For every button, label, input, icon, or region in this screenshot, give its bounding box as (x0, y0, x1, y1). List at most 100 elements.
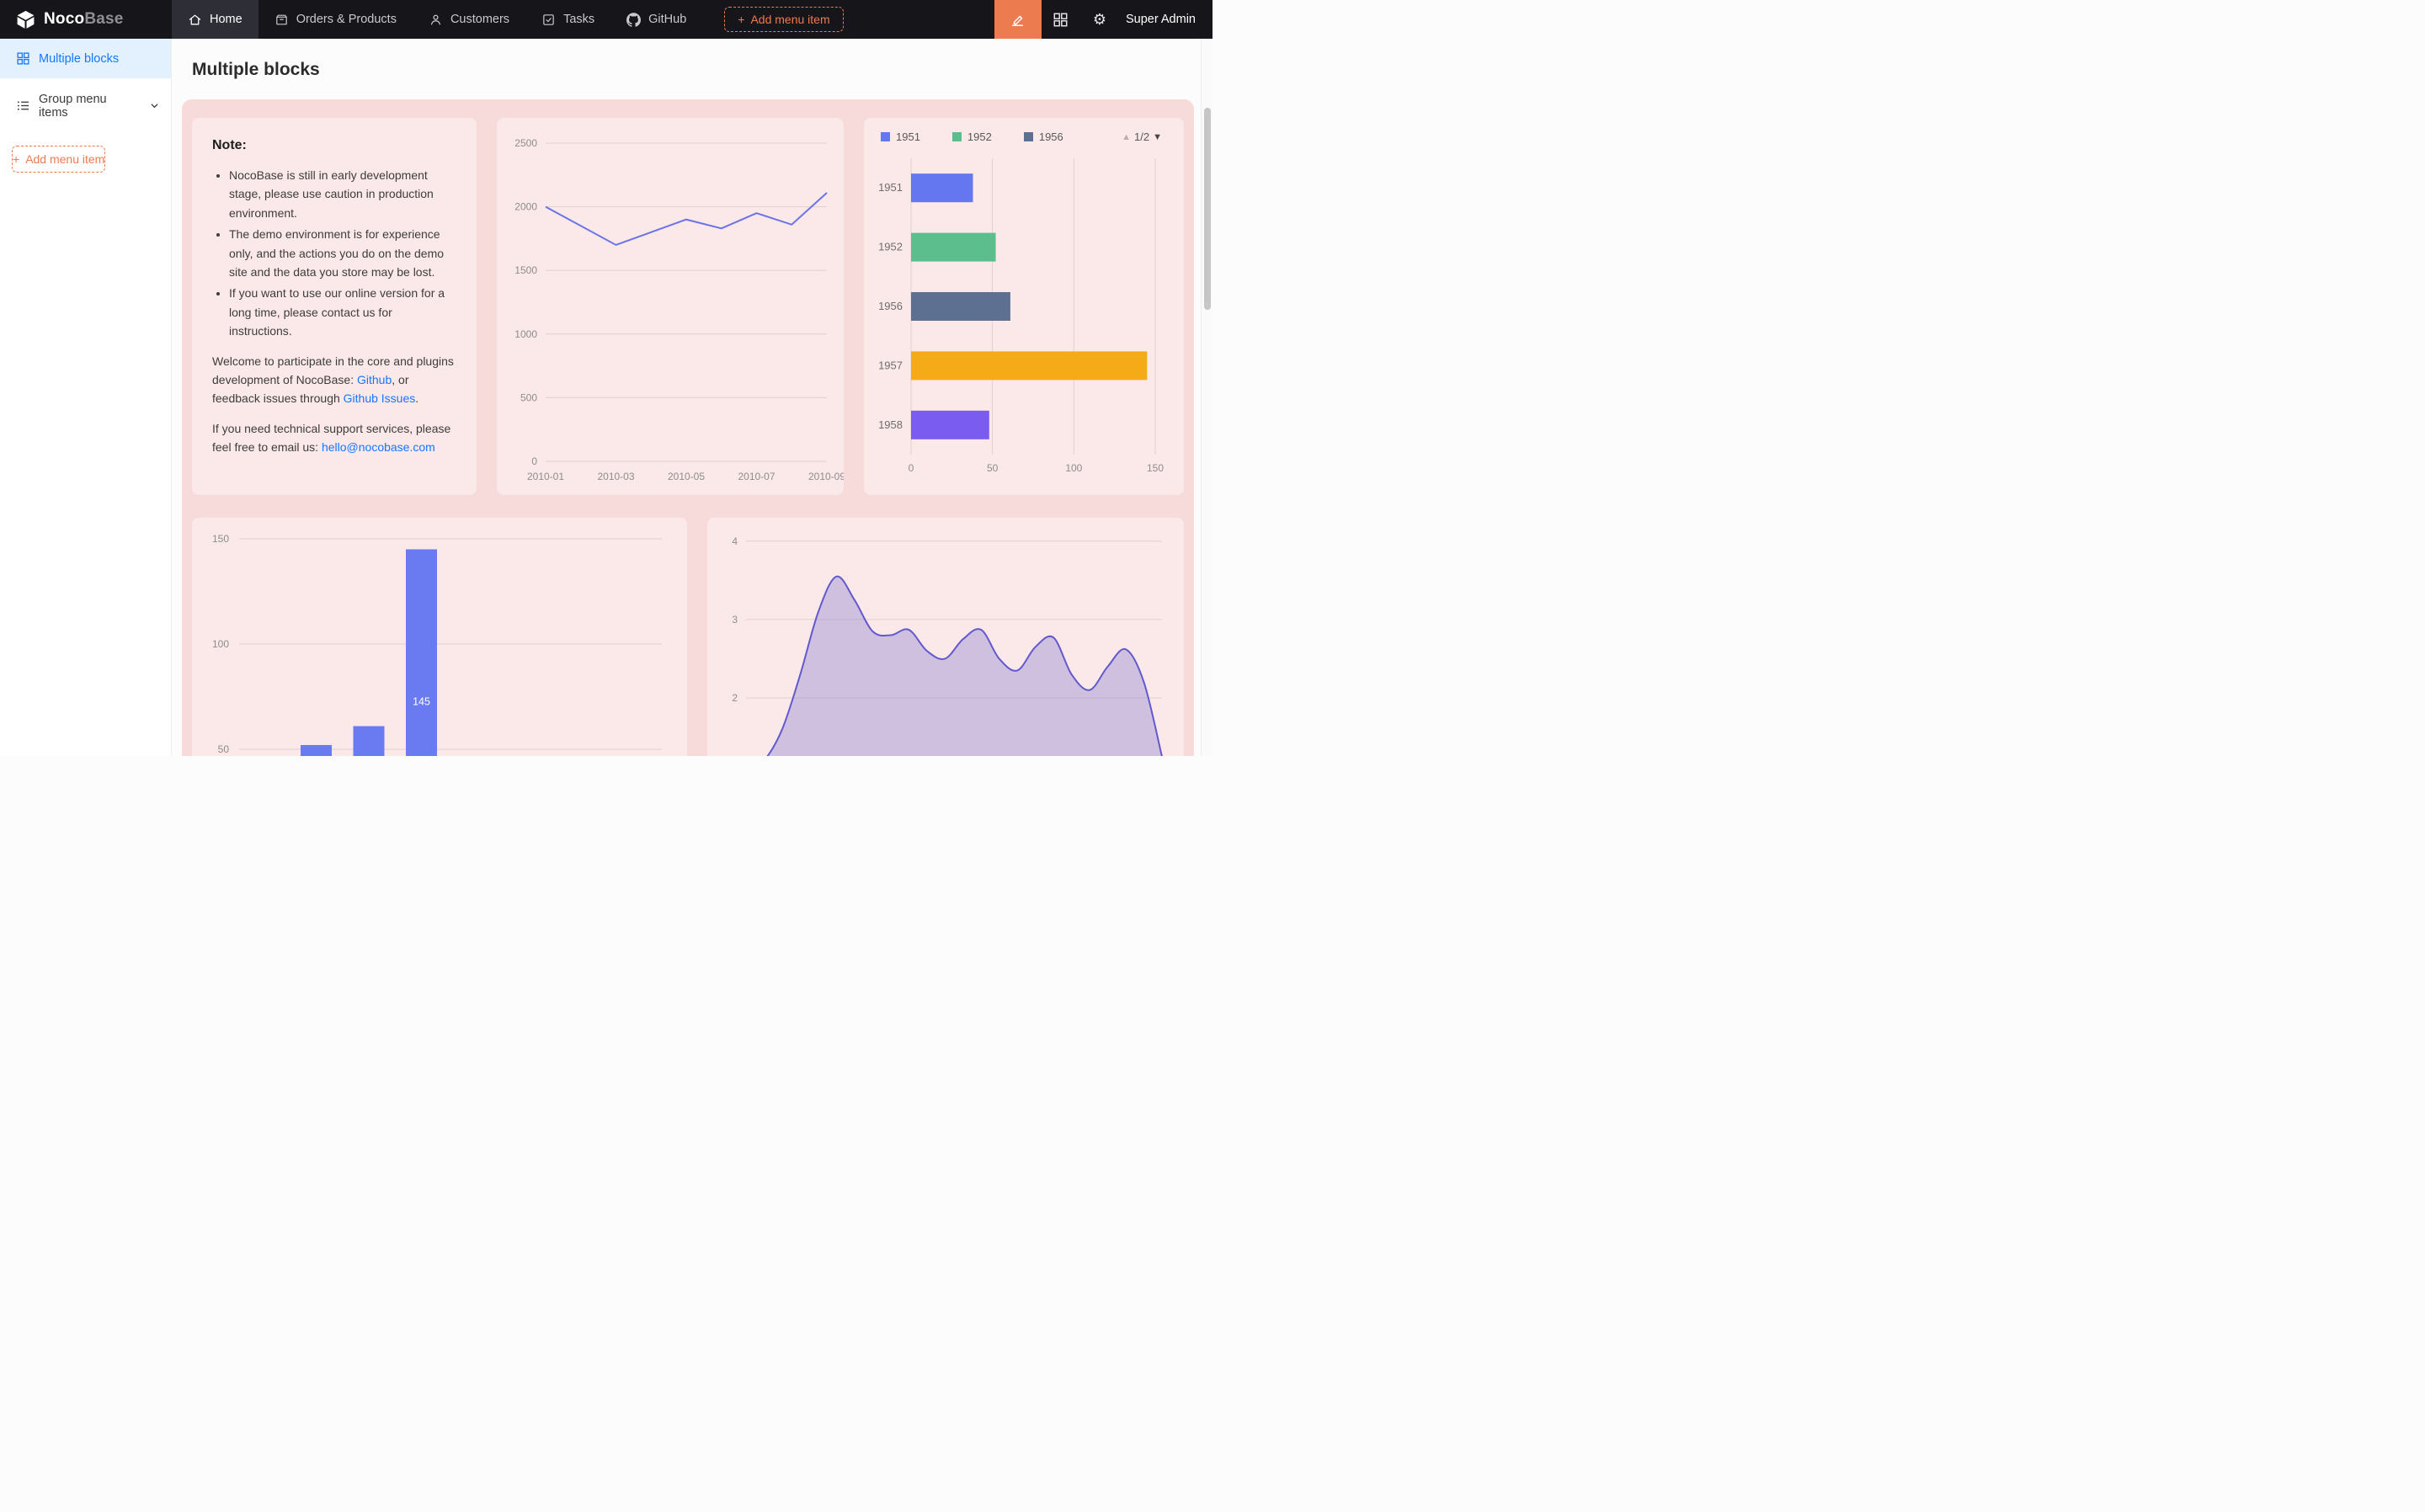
area-chart-block: 234 (707, 518, 1184, 756)
brand-text: NocoBase (44, 10, 124, 29)
legend-page-up-icon[interactable]: ▲ (1122, 132, 1131, 142)
svg-text:1000: 1000 (514, 328, 537, 340)
header-right-cluster: ⚙ Super Admin (994, 0, 1212, 39)
gear-icon: ⚙ (1093, 11, 1106, 29)
github-link[interactable]: Github (357, 373, 392, 386)
hbar-chart: 05010015019511952195619571958 (864, 118, 1184, 495)
main-content: Multiple blocks Note: NocoBase is still … (172, 39, 1201, 756)
blocks-row-1: Note: NocoBase is still in early develop… (192, 118, 1184, 495)
legend-pager: ▲ 1/2 ▼ (1122, 130, 1162, 143)
note-title: Note: (212, 138, 456, 153)
add-menu-item-label: Add menu item (25, 152, 104, 166)
github-issues-link[interactable]: Github Issues (344, 391, 416, 405)
page-header: Multiple blocks (172, 39, 1201, 99)
svg-text:4: 4 (732, 535, 738, 547)
svg-text:50: 50 (987, 462, 999, 474)
legend-swatch (881, 132, 890, 141)
hbar-chart-legend: 1951 1952 1956 ▲ 1/2 ▼ (881, 130, 1162, 143)
note-text: . (415, 391, 418, 405)
note-paragraph-1: Welcome to participate in the core and p… (212, 352, 456, 408)
tasks-check-icon (541, 13, 556, 27)
nav-item-label: Orders & Products (296, 13, 397, 26)
user-menu[interactable]: Super Admin (1119, 0, 1212, 39)
header-add-menu-item-button[interactable]: + Add menu item (724, 7, 843, 32)
sidebar: Multiple blocks Group menu items + Add m… (0, 39, 172, 756)
svg-text:2010-01: 2010-01 (527, 471, 564, 482)
home-icon (188, 13, 202, 27)
note-bullet: NocoBase is still in early development s… (229, 166, 456, 222)
markdown-note-block: Note: NocoBase is still in early develop… (192, 118, 477, 495)
note-text: Welcome to participate in the core and p… (212, 354, 454, 386)
svg-text:2010-05: 2010-05 (668, 471, 705, 482)
highlighter-pen-icon (1010, 12, 1026, 28)
note-paragraph-2: If you need technical support services, … (212, 419, 456, 457)
svg-text:2: 2 (732, 692, 738, 704)
vertical-bar-chart-block: 50100150145 (192, 518, 687, 756)
legend-swatch (952, 132, 962, 141)
plugins-grid-button[interactable] (1042, 0, 1080, 39)
sidebar-item-multiple-blocks[interactable]: Multiple blocks (0, 39, 171, 78)
note-bullet-list: NocoBase is still in early development s… (212, 166, 456, 341)
ui-designer-button[interactable] (994, 0, 1042, 39)
vertical-scrollbar-thumb[interactable] (1204, 108, 1211, 310)
nav-item-label: Home (210, 13, 242, 26)
svg-text:0: 0 (531, 455, 537, 467)
nav-item-home[interactable]: Home (172, 0, 258, 39)
email-link[interactable]: hello@nocobase.com (322, 440, 435, 454)
sidebar-gap (0, 78, 171, 86)
svg-text:1952: 1952 (878, 241, 903, 253)
sidebar-item-label: Multiple blocks (39, 52, 119, 66)
svg-text:1958: 1958 (878, 418, 903, 431)
hbar-legend-items: 1951 1952 1956 (881, 130, 1063, 143)
sidebar-add-menu-item-button[interactable]: + Add menu item (12, 146, 105, 173)
sidebar-item-group-menu-items[interactable]: Group menu items (0, 86, 171, 125)
vertical-scrollbar-track[interactable] (1201, 39, 1212, 756)
svg-text:50: 50 (218, 743, 230, 755)
top-header: NocoBase Home Orders & Products Customer… (0, 0, 1212, 39)
page-title: Multiple blocks (192, 60, 1201, 80)
chevron-down-icon (150, 101, 159, 110)
nav-item-orders-products[interactable]: Orders & Products (258, 0, 413, 39)
svg-text:1500: 1500 (514, 264, 537, 276)
legend-label: 1951 (896, 130, 920, 143)
brand-noco: Noco (44, 10, 84, 28)
nocobase-logo: NocoBase (0, 0, 172, 39)
add-menu-item-label: Add menu item (750, 13, 829, 26)
nav-item-tasks[interactable]: Tasks (525, 0, 610, 39)
legend-item[interactable]: 1956 (1024, 130, 1063, 143)
note-bullet: If you want to use our online version fo… (229, 284, 456, 340)
nav-item-customers[interactable]: Customers (413, 0, 525, 39)
top-nav: Home Orders & Products Customers Tasks G… (172, 0, 702, 39)
svg-text:1951: 1951 (878, 181, 903, 194)
svg-text:1956: 1956 (878, 300, 903, 312)
svg-text:2010-09: 2010-09 (808, 471, 844, 482)
legend-pager-text: 1/2 (1134, 130, 1149, 143)
svg-text:150: 150 (1147, 462, 1164, 474)
blocks-panel: Note: NocoBase is still in early develop… (182, 99, 1194, 756)
vbar-chart: 50100150145 (192, 518, 687, 756)
grid-blocks-icon (1053, 13, 1068, 27)
sidebar-item-label: Group menu items (39, 93, 137, 120)
blocks-row-2: 50100150145 234 (192, 518, 1184, 756)
orders-box-icon (274, 13, 289, 27)
svg-text:2000: 2000 (514, 201, 537, 213)
github-icon (626, 13, 641, 27)
note-bullet: The demo environment is for experience o… (229, 225, 456, 281)
area-chart: 234 (707, 518, 1184, 756)
nav-item-label: Customers (450, 13, 509, 26)
svg-text:150: 150 (212, 533, 229, 545)
line-chart-block: 050010001500200025002010-012010-032010-0… (497, 118, 844, 495)
cube-logo-icon (15, 9, 36, 30)
legend-page-down-icon[interactable]: ▼ (1153, 132, 1162, 142)
plus-icon: + (738, 13, 744, 26)
settings-gear-button[interactable]: ⚙ (1080, 0, 1119, 39)
svg-text:0: 0 (909, 462, 914, 474)
legend-label: 1956 (1039, 130, 1063, 143)
svg-text:500: 500 (520, 391, 537, 403)
legend-item[interactable]: 1952 (952, 130, 992, 143)
nav-item-github[interactable]: GitHub (610, 0, 702, 39)
grid-blocks-icon (17, 52, 29, 65)
app-root: NocoBase Home Orders & Products Customer… (0, 0, 1212, 756)
list-icon (17, 99, 29, 112)
legend-item[interactable]: 1951 (881, 130, 920, 143)
